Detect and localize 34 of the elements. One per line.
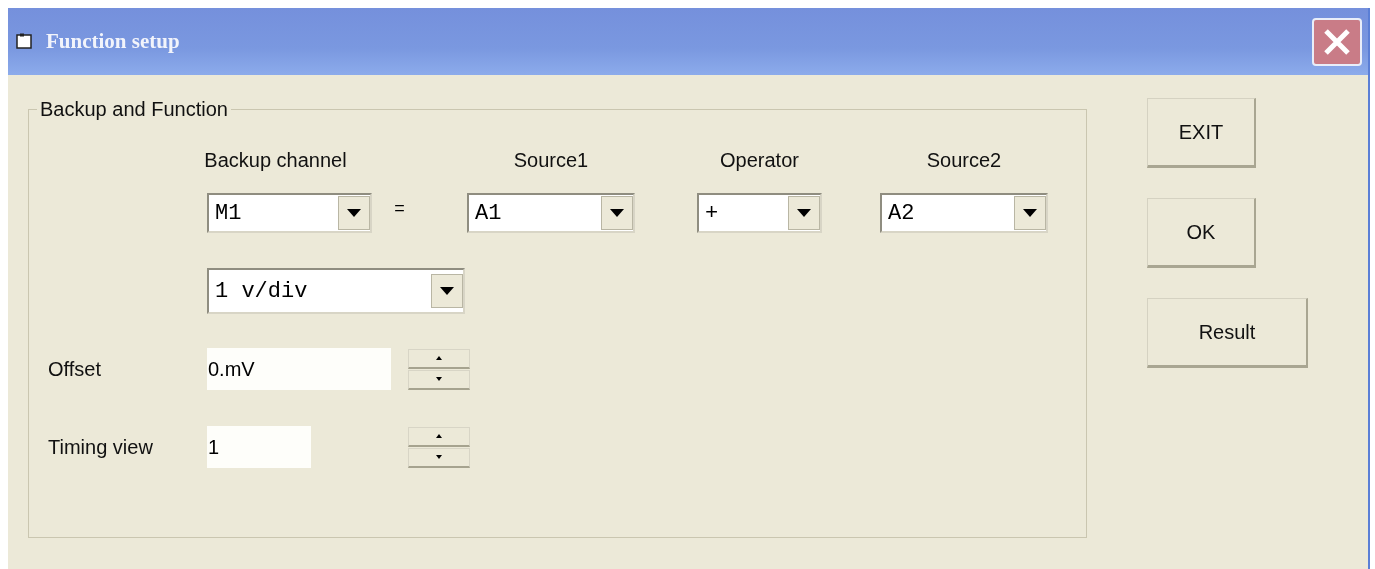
window-title: Function setup — [46, 29, 180, 54]
dropdown[interactable]: M1 — [207, 193, 372, 233]
column-label: Source2 — [926, 149, 1002, 172]
group-title: Backup and Function — [39, 98, 229, 121]
column-label: Source1 — [513, 149, 589, 172]
spin-up-button[interactable] — [408, 426, 470, 447]
caret-icon — [610, 209, 624, 217]
dropdown[interactable]: 1 v/div — [207, 268, 465, 314]
window-icon — [16, 32, 34, 51]
spin-down-button[interactable] — [408, 369, 470, 390]
caret-icon — [1023, 209, 1037, 217]
close-button[interactable] — [1312, 17, 1362, 66]
down-arrow-icon — [436, 377, 442, 381]
caret-icon — [440, 287, 454, 295]
column-label: Operator — [720, 149, 799, 172]
spin-up-button[interactable] — [408, 348, 470, 369]
field-label: Offset — [48, 357, 102, 381]
up-arrow-icon — [436, 434, 442, 438]
input-field[interactable]: 0.mV — [207, 348, 391, 390]
up-arrow-icon — [436, 356, 442, 360]
caret-icon — [347, 209, 361, 217]
dialog-button[interactable]: OK — [1147, 198, 1256, 268]
dropdown[interactable]: + — [697, 193, 822, 233]
dialog-button[interactable]: Result — [1147, 298, 1308, 368]
down-arrow-icon — [436, 455, 442, 459]
spin-down-button[interactable] — [408, 447, 470, 468]
dropdown[interactable]: A2 — [880, 193, 1048, 233]
dialog-button[interactable]: EXIT — [1147, 98, 1256, 168]
field-label: Timing view — [48, 435, 154, 459]
caret-icon — [797, 209, 811, 217]
dropdown[interactable]: A1 — [467, 193, 635, 233]
column-label: Backup channel — [204, 149, 347, 172]
input-field[interactable]: 1 — [207, 426, 311, 468]
equals-sign: = — [394, 197, 405, 219]
